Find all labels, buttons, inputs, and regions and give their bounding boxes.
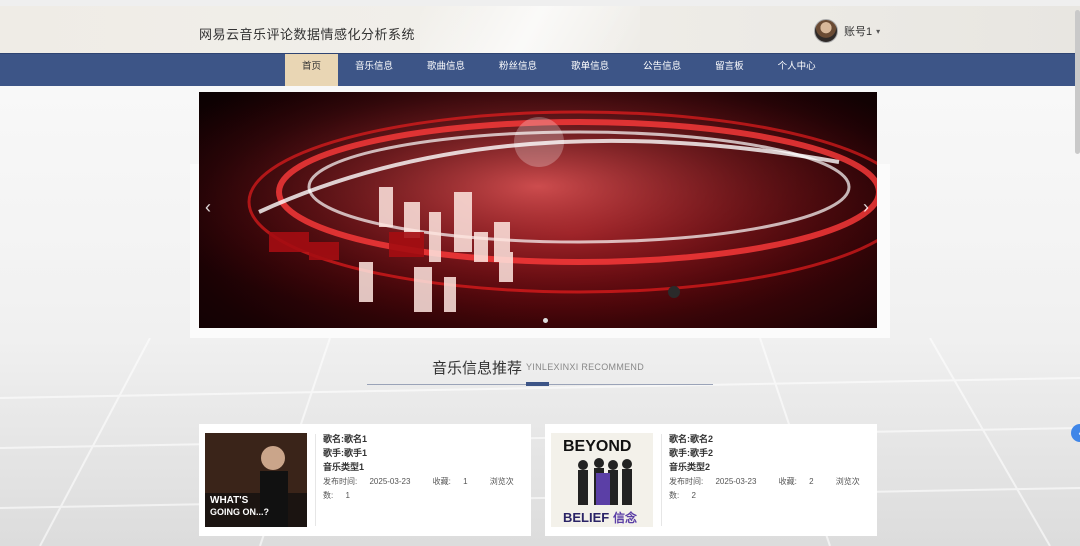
music-type: 音乐类型2: [669, 462, 711, 472]
site-header: 网易云音乐评论数据情感化分析系统 账号1 ▾: [0, 6, 1080, 53]
card-meta: 发布时间: 2025-03-23 收藏: 1 浏览次数: 1: [323, 475, 531, 503]
nav-item-message-board[interactable]: 留言板: [698, 54, 761, 87]
nav-item-home[interactable]: 首页: [285, 54, 339, 87]
singer-name: 歌手:歌手2: [669, 448, 714, 458]
cover-album: BELIEF: [563, 510, 609, 525]
chevron-down-icon[interactable]: ▾: [876, 27, 880, 36]
chevron-left-icon[interactable]: ‹: [205, 197, 211, 218]
card-info: 歌名:歌名2 歌手:歌手2 音乐类型2 发布时间: 2025-03-23 收藏:…: [669, 432, 877, 503]
section-title: 音乐信息推荐: [432, 360, 523, 377]
album-cover-art: BEYOND BELIEF 信念: [551, 433, 653, 527]
scrollbar[interactable]: [1075, 10, 1080, 154]
card-meta: 发布时间: 2025-03-23 收藏: 2 浏览次数: 2: [669, 475, 877, 503]
fav-label: 收藏:: [778, 477, 797, 486]
fav-count: 2: [809, 477, 814, 486]
section-divider-mark: [526, 382, 549, 386]
carousel-indicator[interactable]: [543, 318, 548, 323]
music-card[interactable]: WHAT'S GOING ON...? 歌名:歌名1 歌手:歌手1 音乐类型1 …: [199, 424, 531, 536]
section-subtitle: YINLEXINXI RECOMMEND: [526, 362, 645, 372]
chevron-right-icon[interactable]: ›: [863, 197, 869, 218]
avatar[interactable]: [814, 19, 838, 43]
release-date: 2025-03-23: [715, 477, 757, 486]
nav-item-playlist-info[interactable]: 歌单信息: [554, 54, 626, 87]
views-count: 2: [691, 491, 696, 500]
music-card[interactable]: BEYOND BELIEF 信念 歌名:歌名2 歌手:歌手2 音乐类型2 发布时…: [545, 424, 877, 536]
cover-band: BEYOND: [563, 438, 631, 455]
card-separator: [315, 434, 316, 526]
nav-item-notice-info[interactable]: 公告信息: [626, 54, 698, 87]
header-decoration: [420, 6, 640, 53]
card-separator: [661, 434, 662, 526]
site-title: 网易云音乐评论数据情感化分析系统: [199, 27, 416, 42]
nav-item-user-center[interactable]: 个人中心: [761, 54, 833, 87]
nav-item-song-info[interactable]: 歌曲信息: [410, 54, 482, 87]
singer-name: 歌手:歌手1: [323, 448, 368, 458]
svg-text:WHAT'S: WHAT'S: [210, 495, 249, 506]
views-count: 1: [345, 491, 350, 500]
main-nav: 首页 音乐信息 歌曲信息 粉丝信息 歌单信息 公告信息 留言板 个人中心: [0, 53, 1080, 88]
music-type: 音乐类型1: [323, 462, 365, 472]
nav-item-fans-info[interactable]: 粉丝信息: [482, 54, 554, 87]
banner-image: [199, 92, 877, 328]
nav-item-music-info[interactable]: 音乐信息: [338, 54, 410, 87]
date-label: 发布时间:: [323, 477, 358, 486]
release-date: 2025-03-23: [369, 477, 411, 486]
song-name: 歌名:歌名1: [323, 434, 368, 444]
album-cover-art: WHAT'S GOING ON...?: [205, 433, 307, 527]
album-cover[interactable]: BEYOND BELIEF 信念: [551, 433, 653, 527]
account-name[interactable]: 账号1: [844, 23, 872, 39]
fav-label: 收藏:: [432, 477, 451, 486]
hero-banner[interactable]: ‹ ›: [199, 92, 877, 328]
date-label: 发布时间:: [669, 477, 704, 486]
fav-count: 1: [463, 477, 468, 486]
album-cover[interactable]: WHAT'S GOING ON...?: [205, 433, 307, 527]
svg-text:信念: 信念: [613, 510, 637, 525]
account-menu[interactable]: 账号1 ▾: [814, 19, 880, 43]
card-info: 歌名:歌名1 歌手:歌手1 音乐类型1 发布时间: 2025-03-23 收藏:…: [323, 432, 531, 503]
cover-title: GOING ON...?: [210, 507, 269, 517]
song-name: 歌名:歌名2: [669, 434, 714, 444]
